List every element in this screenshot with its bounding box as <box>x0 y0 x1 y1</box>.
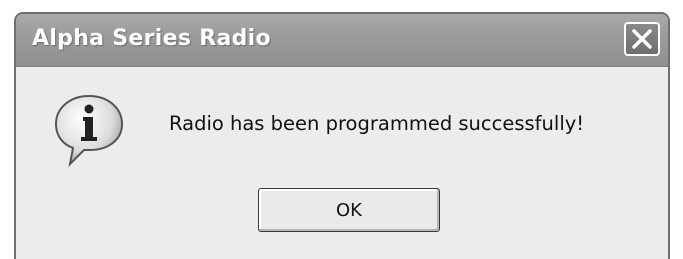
close-icon <box>632 29 652 49</box>
title-bar[interactable]: Alpha Series Radio <box>16 14 668 67</box>
information-icon <box>54 94 124 167</box>
close-button[interactable] <box>624 22 660 56</box>
ok-button-label: OK <box>336 199 362 221</box>
ok-button[interactable]: OK <box>258 188 440 232</box>
message-dialog: Alpha Series Radio Radio has been progra… <box>14 12 670 259</box>
dialog-message: Radio has been programmed successfully! <box>169 112 585 135</box>
window-title: Alpha Series Radio <box>32 26 271 51</box>
